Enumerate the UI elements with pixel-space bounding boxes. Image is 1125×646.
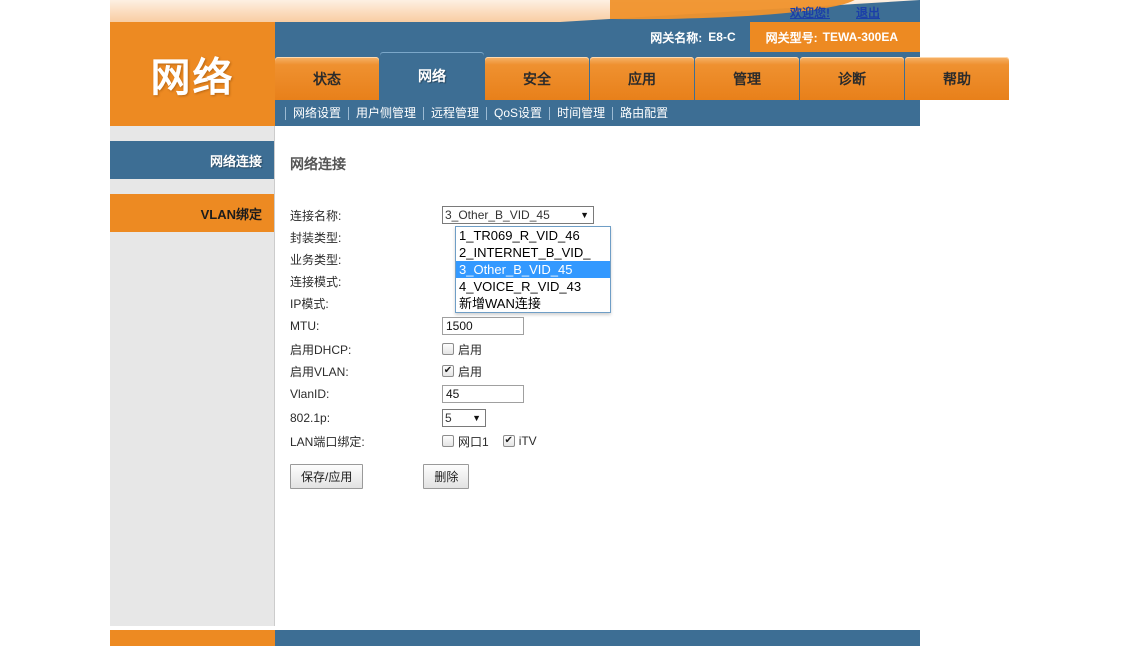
dropdown-option-other[interactable]: 3_Other_B_VID_45 — [456, 261, 610, 278]
tab-status[interactable]: 状态 — [275, 57, 379, 100]
form-row-vlan-id: VlanID: — [290, 382, 900, 406]
dropdown-option-internet[interactable]: 2_INTERNET_B_VID_ — [456, 244, 610, 261]
ip-mode-label: IP模式: — [290, 296, 329, 311]
gateway-name-label: 网关名称: — [650, 30, 703, 45]
gateway-model-label: 网关型号: — [765, 30, 818, 45]
subnav-item-qos-settings[interactable]: QoS设置 — [486, 106, 549, 120]
welcome-bar: 欢迎您! 退出 — [790, 4, 920, 21]
sidebar-item-vlan-binding[interactable]: VLAN绑定 — [110, 194, 274, 232]
subnav-item-user-side-management[interactable]: 用户侧管理 — [348, 106, 423, 120]
logo-text: 网络 — [150, 56, 235, 100]
connection-name-dropdown-list[interactable]: 1_TR069_R_VID_46 2_INTERNET_B_VID_ 3_Oth… — [455, 226, 611, 313]
save-apply-button[interactable]: 保存/应用 — [290, 464, 364, 489]
gateway-info-row: 网关名称: E8-C 网关型号: TEWA-300EA — [632, 22, 920, 52]
tab-diagnostics[interactable]: 诊断 — [800, 57, 904, 100]
tab-management[interactable]: 管理 — [695, 57, 799, 100]
tab-application[interactable]: 应用 — [590, 57, 694, 100]
dropdown-option-voice[interactable]: 4_VOICE_R_VID_43 — [456, 278, 610, 295]
form-actions: 保存/应用 删除 — [290, 464, 470, 489]
welcome-link[interactable]: 欢迎您! — [790, 6, 830, 20]
dot1p-label: 802.1p: — [290, 411, 331, 425]
subnav-item-time-management[interactable]: 时间管理 — [549, 106, 612, 120]
form-row-dot1p: 802.1p: 5 ▼ — [290, 406, 900, 430]
tab-help[interactable]: 帮助 — [905, 57, 1009, 100]
subnav-item-network-settings[interactable]: 网络设置 — [285, 106, 348, 120]
footer-orange-bar — [110, 630, 275, 646]
connection-name-selected-value: 3_Other_B_VID_45 — [445, 208, 550, 222]
lan-port-binding-label: LAN端口绑定: — [290, 434, 365, 449]
enable-dhcp-label: 启用DHCP: — [290, 342, 352, 357]
mtu-label: MTU: — [290, 319, 320, 333]
header: 网络 网关名称: E8-C 网关型号: TEWA-300EA 状态 网络 安全 … — [110, 22, 1009, 126]
page-title: 网络连接 — [290, 156, 346, 172]
subnav-item-route-config[interactable]: 路由配置 — [612, 106, 675, 120]
form-row-connection-name: 连接名称: 3_Other_B_VID_45 ▼ — [290, 204, 900, 226]
form-row-lan-binding: LAN端口绑定: 网口1 iTV — [290, 430, 900, 452]
encapsulation-type-label: 封装类型: — [290, 230, 342, 245]
nav-area: 网关名称: E8-C 网关型号: TEWA-300EA 状态 网络 安全 应用 … — [275, 22, 1009, 126]
body: 网络连接 VLAN绑定 网络连接 连接名称: 3_Other_B_VID_45 … — [110, 126, 920, 626]
tab-network[interactable]: 网络 — [380, 52, 484, 100]
gateway-model: 网关型号: TEWA-300EA — [749, 22, 920, 52]
enable-dhcp-checkbox-label: 启用 — [458, 342, 483, 357]
gateway-model-value: TEWA-300EA — [822, 30, 898, 44]
vlan-id-label: VlanID: — [290, 387, 330, 401]
chevron-down-icon: ▼ — [580, 210, 589, 220]
dot1p-select[interactable]: 5 ▼ — [442, 409, 486, 427]
logo: 网络 — [110, 22, 275, 126]
chevron-down-icon: ▼ — [472, 413, 481, 423]
gateway-name-value: E8-C — [708, 30, 736, 44]
connection-name-select[interactable]: 3_Other_B_VID_45 ▼ — [442, 206, 594, 224]
tab-security[interactable]: 安全 — [485, 57, 589, 100]
lan-port-itv-label: iTV — [518, 434, 537, 448]
lan-port-itv-checkbox[interactable] — [502, 435, 515, 447]
form-row-enable-dhcp: 启用DHCP: 启用 — [290, 338, 900, 360]
enable-vlan-label: 启用VLAN: — [290, 364, 349, 379]
enable-vlan-checkbox[interactable] — [442, 365, 454, 377]
vlan-id-input[interactable] — [442, 385, 524, 403]
form-row-enable-vlan: 启用VLAN: 启用 — [290, 360, 900, 382]
mtu-input[interactable] — [442, 317, 524, 335]
form-row-mtu: MTU: — [290, 314, 900, 338]
enable-dhcp-checkbox[interactable] — [442, 343, 454, 355]
sidebar: 网络连接 VLAN绑定 — [110, 126, 275, 626]
connection-name-label: 连接名称: — [290, 208, 342, 223]
dropdown-option-add-wan[interactable]: 新增WAN连接 — [456, 295, 610, 312]
logout-link[interactable]: 退出 — [856, 6, 880, 20]
main-tabs: 状态 网络 安全 应用 管理 诊断 帮助 — [275, 52, 1010, 100]
sub-navigation: 网络设置 用户侧管理 远程管理 QoS设置 时间管理 路由配置 — [275, 100, 920, 126]
dot1p-selected-value: 5 — [445, 411, 452, 425]
lan-port-1-checkbox[interactable] — [442, 435, 454, 447]
subnav-item-remote-management[interactable]: 远程管理 — [423, 106, 486, 120]
service-type-label: 业务类型: — [290, 252, 342, 267]
delete-button[interactable]: 删除 — [423, 464, 470, 489]
sidebar-item-network-connection[interactable]: 网络连接 — [110, 141, 274, 179]
footer-blue-bar — [275, 630, 920, 646]
gateway-name: 网关名称: E8-C — [632, 22, 750, 52]
enable-vlan-checkbox-label: 启用 — [458, 364, 483, 379]
lan-port-1-label: 网口1 — [458, 434, 489, 449]
connection-mode-label: 连接模式: — [290, 274, 342, 289]
dropdown-option-tr069[interactable]: 1_TR069_R_VID_46 — [456, 227, 610, 244]
content-panel: 网络连接 连接名称: 3_Other_B_VID_45 ▼ 封装类型: 业务类型… — [276, 126, 920, 626]
